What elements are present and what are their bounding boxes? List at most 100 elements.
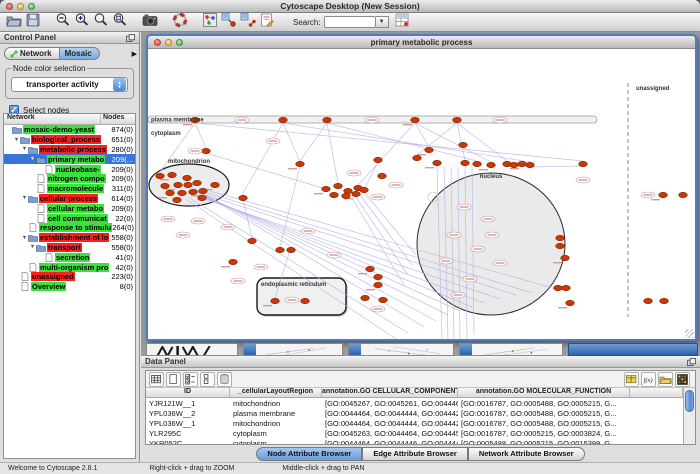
column-header[interactable]: _cellularLayoutRegion xyxy=(230,388,322,397)
camera-icon[interactable] xyxy=(142,12,158,28)
graph-node[interactable] xyxy=(566,300,575,305)
tab-network[interactable]: Network xyxy=(4,47,60,60)
graph-node[interactable] xyxy=(556,235,565,240)
tab-mosaic[interactable]: Mosaic xyxy=(60,47,100,60)
zoom-sel-icon[interactable] xyxy=(112,12,128,28)
graph-node[interactable] xyxy=(411,117,420,122)
graph-node[interactable] xyxy=(229,259,238,264)
graph-node[interactable] xyxy=(161,183,170,188)
open-folder-icon[interactable] xyxy=(6,12,22,28)
disclosure-triangle-icon[interactable]: ▼ xyxy=(21,146,28,152)
graph-node[interactable] xyxy=(579,161,588,166)
search-input[interactable] xyxy=(324,16,376,28)
graph-node[interactable] xyxy=(453,117,462,122)
graph-node[interactable] xyxy=(334,183,343,188)
graph-node[interactable] xyxy=(487,162,496,167)
minimized-window[interactable] xyxy=(243,343,343,356)
graph-node[interactable] xyxy=(413,155,422,160)
dp-folder-icon[interactable] xyxy=(658,372,673,387)
graph-node[interactable] xyxy=(323,117,332,122)
tab-overflow-arrow[interactable]: ▶ xyxy=(132,50,137,58)
graph-node[interactable] xyxy=(433,160,442,165)
graph-node[interactable] xyxy=(156,173,165,178)
dp-heatmap-icon[interactable] xyxy=(675,372,690,387)
save-icon[interactable] xyxy=(25,12,41,28)
graph-node[interactable] xyxy=(374,274,383,279)
graph-node[interactable] xyxy=(644,298,653,303)
dp-fx-icon[interactable]: f(x) xyxy=(641,372,656,387)
graph-node[interactable] xyxy=(276,247,285,252)
graph-node[interactable] xyxy=(322,186,331,191)
dp-trash-icon[interactable] xyxy=(217,372,232,387)
graph-node[interactable] xyxy=(378,173,387,178)
dp-cols-icon[interactable] xyxy=(200,372,215,387)
network-canvas[interactable]: plasma membranecytoplasmmitochondrionnuc… xyxy=(148,49,695,339)
table-scrollbar[interactable] xyxy=(683,388,695,444)
graph-node[interactable] xyxy=(366,266,375,271)
tree-item[interactable]: ▼metabolic process280(0) xyxy=(4,145,135,155)
help-icon[interactable] xyxy=(172,12,188,28)
table-row[interactable]: YJR121W__1mitochondrion[GO:0045267, GO:0… xyxy=(146,398,683,408)
graph-node[interactable] xyxy=(379,297,388,302)
graph-node[interactable] xyxy=(287,247,296,252)
graph-node[interactable] xyxy=(556,243,565,248)
graph-node[interactable] xyxy=(342,193,351,198)
graph-node[interactable] xyxy=(211,182,220,187)
graph-node[interactable] xyxy=(279,117,288,122)
graph-node[interactable] xyxy=(361,295,370,300)
column-header[interactable]: annotation.GO CELLULAR_COMPONENT xyxy=(322,388,458,397)
graph-node[interactable] xyxy=(659,192,668,197)
mapper-node-icon[interactable] xyxy=(221,12,237,28)
graph-node[interactable] xyxy=(174,182,183,187)
graph-node[interactable] xyxy=(518,161,527,166)
tree-item[interactable]: ▼biological_process651(0) xyxy=(4,135,135,145)
dp-grid-icon[interactable] xyxy=(149,372,164,387)
tree-item[interactable]: nucleobase-209(0) xyxy=(4,164,135,174)
graph-node[interactable] xyxy=(189,189,198,194)
graph-node[interactable] xyxy=(374,157,383,162)
zoom-in-icon[interactable] xyxy=(74,12,90,28)
tree-item[interactable]: ▼primary metabo209(... xyxy=(4,154,135,164)
graph-node[interactable] xyxy=(526,162,535,167)
graph-node[interactable] xyxy=(193,180,202,185)
disclosure-triangle-icon[interactable]: ▼ xyxy=(21,195,28,201)
zoom-out-icon[interactable] xyxy=(55,12,71,28)
graph-node[interactable] xyxy=(352,191,361,196)
disclosure-triangle-icon[interactable]: ▼ xyxy=(29,156,36,162)
table-row[interactable]: YLR295Ccytoplasm[GO:0045263, GO:0044464,… xyxy=(146,428,683,438)
graph-node[interactable] xyxy=(561,255,570,260)
tree-item[interactable]: cell communicat22(0) xyxy=(4,213,135,223)
graph-node[interactable] xyxy=(374,282,383,287)
tree-item[interactable]: nitrogen compo209(0) xyxy=(4,174,135,184)
graph-node[interactable] xyxy=(184,182,193,187)
minimized-window-titlebar-wide[interactable] xyxy=(568,343,698,356)
graph-node[interactable] xyxy=(198,195,207,200)
table-row[interactable]: YKR052Ccytoplasm[GO:0044464, GO:0044446,… xyxy=(146,438,683,444)
tree-item[interactable]: multi-organism pro42(0) xyxy=(4,262,135,272)
resize-grip[interactable] xyxy=(685,329,694,338)
graph-node[interactable] xyxy=(166,190,175,195)
graph-node[interactable] xyxy=(199,188,208,193)
overview-window-fragment[interactable] xyxy=(146,343,238,356)
mapper-edge-icon[interactable] xyxy=(240,12,256,28)
network-view-window[interactable]: primary metabolic process plasma membran… xyxy=(146,34,697,341)
column-header[interactable]: annotation.GO MOLECULAR_FUNCTION xyxy=(458,388,630,397)
annotation-icon[interactable] xyxy=(259,12,275,28)
attr-browser-icon[interactable] xyxy=(394,12,410,28)
tree-item[interactable]: Overview8(0) xyxy=(4,282,135,292)
tree-item[interactable]: unassigned223(0) xyxy=(4,272,135,282)
disclosure-triangle-icon[interactable]: ▼ xyxy=(21,235,28,241)
graph-node[interactable] xyxy=(510,162,519,167)
dp-doc-icon[interactable] xyxy=(166,372,181,387)
graph-node[interactable] xyxy=(178,190,187,195)
graph-node[interactable] xyxy=(173,197,182,202)
column-header[interactable] xyxy=(630,388,683,397)
search-dropdown-button[interactable]: ▼ xyxy=(376,16,389,28)
graph-node[interactable] xyxy=(248,238,257,243)
graph-node[interactable] xyxy=(296,161,305,166)
graph-node[interactable] xyxy=(168,172,177,177)
graph-node[interactable] xyxy=(360,187,369,192)
graph-node[interactable] xyxy=(344,188,353,193)
table-row[interactable]: YPL036W__1mitochondrion[GO:0044464, GO:0… xyxy=(146,418,683,428)
tree-item[interactable]: response to stimulu264(0) xyxy=(4,223,135,233)
